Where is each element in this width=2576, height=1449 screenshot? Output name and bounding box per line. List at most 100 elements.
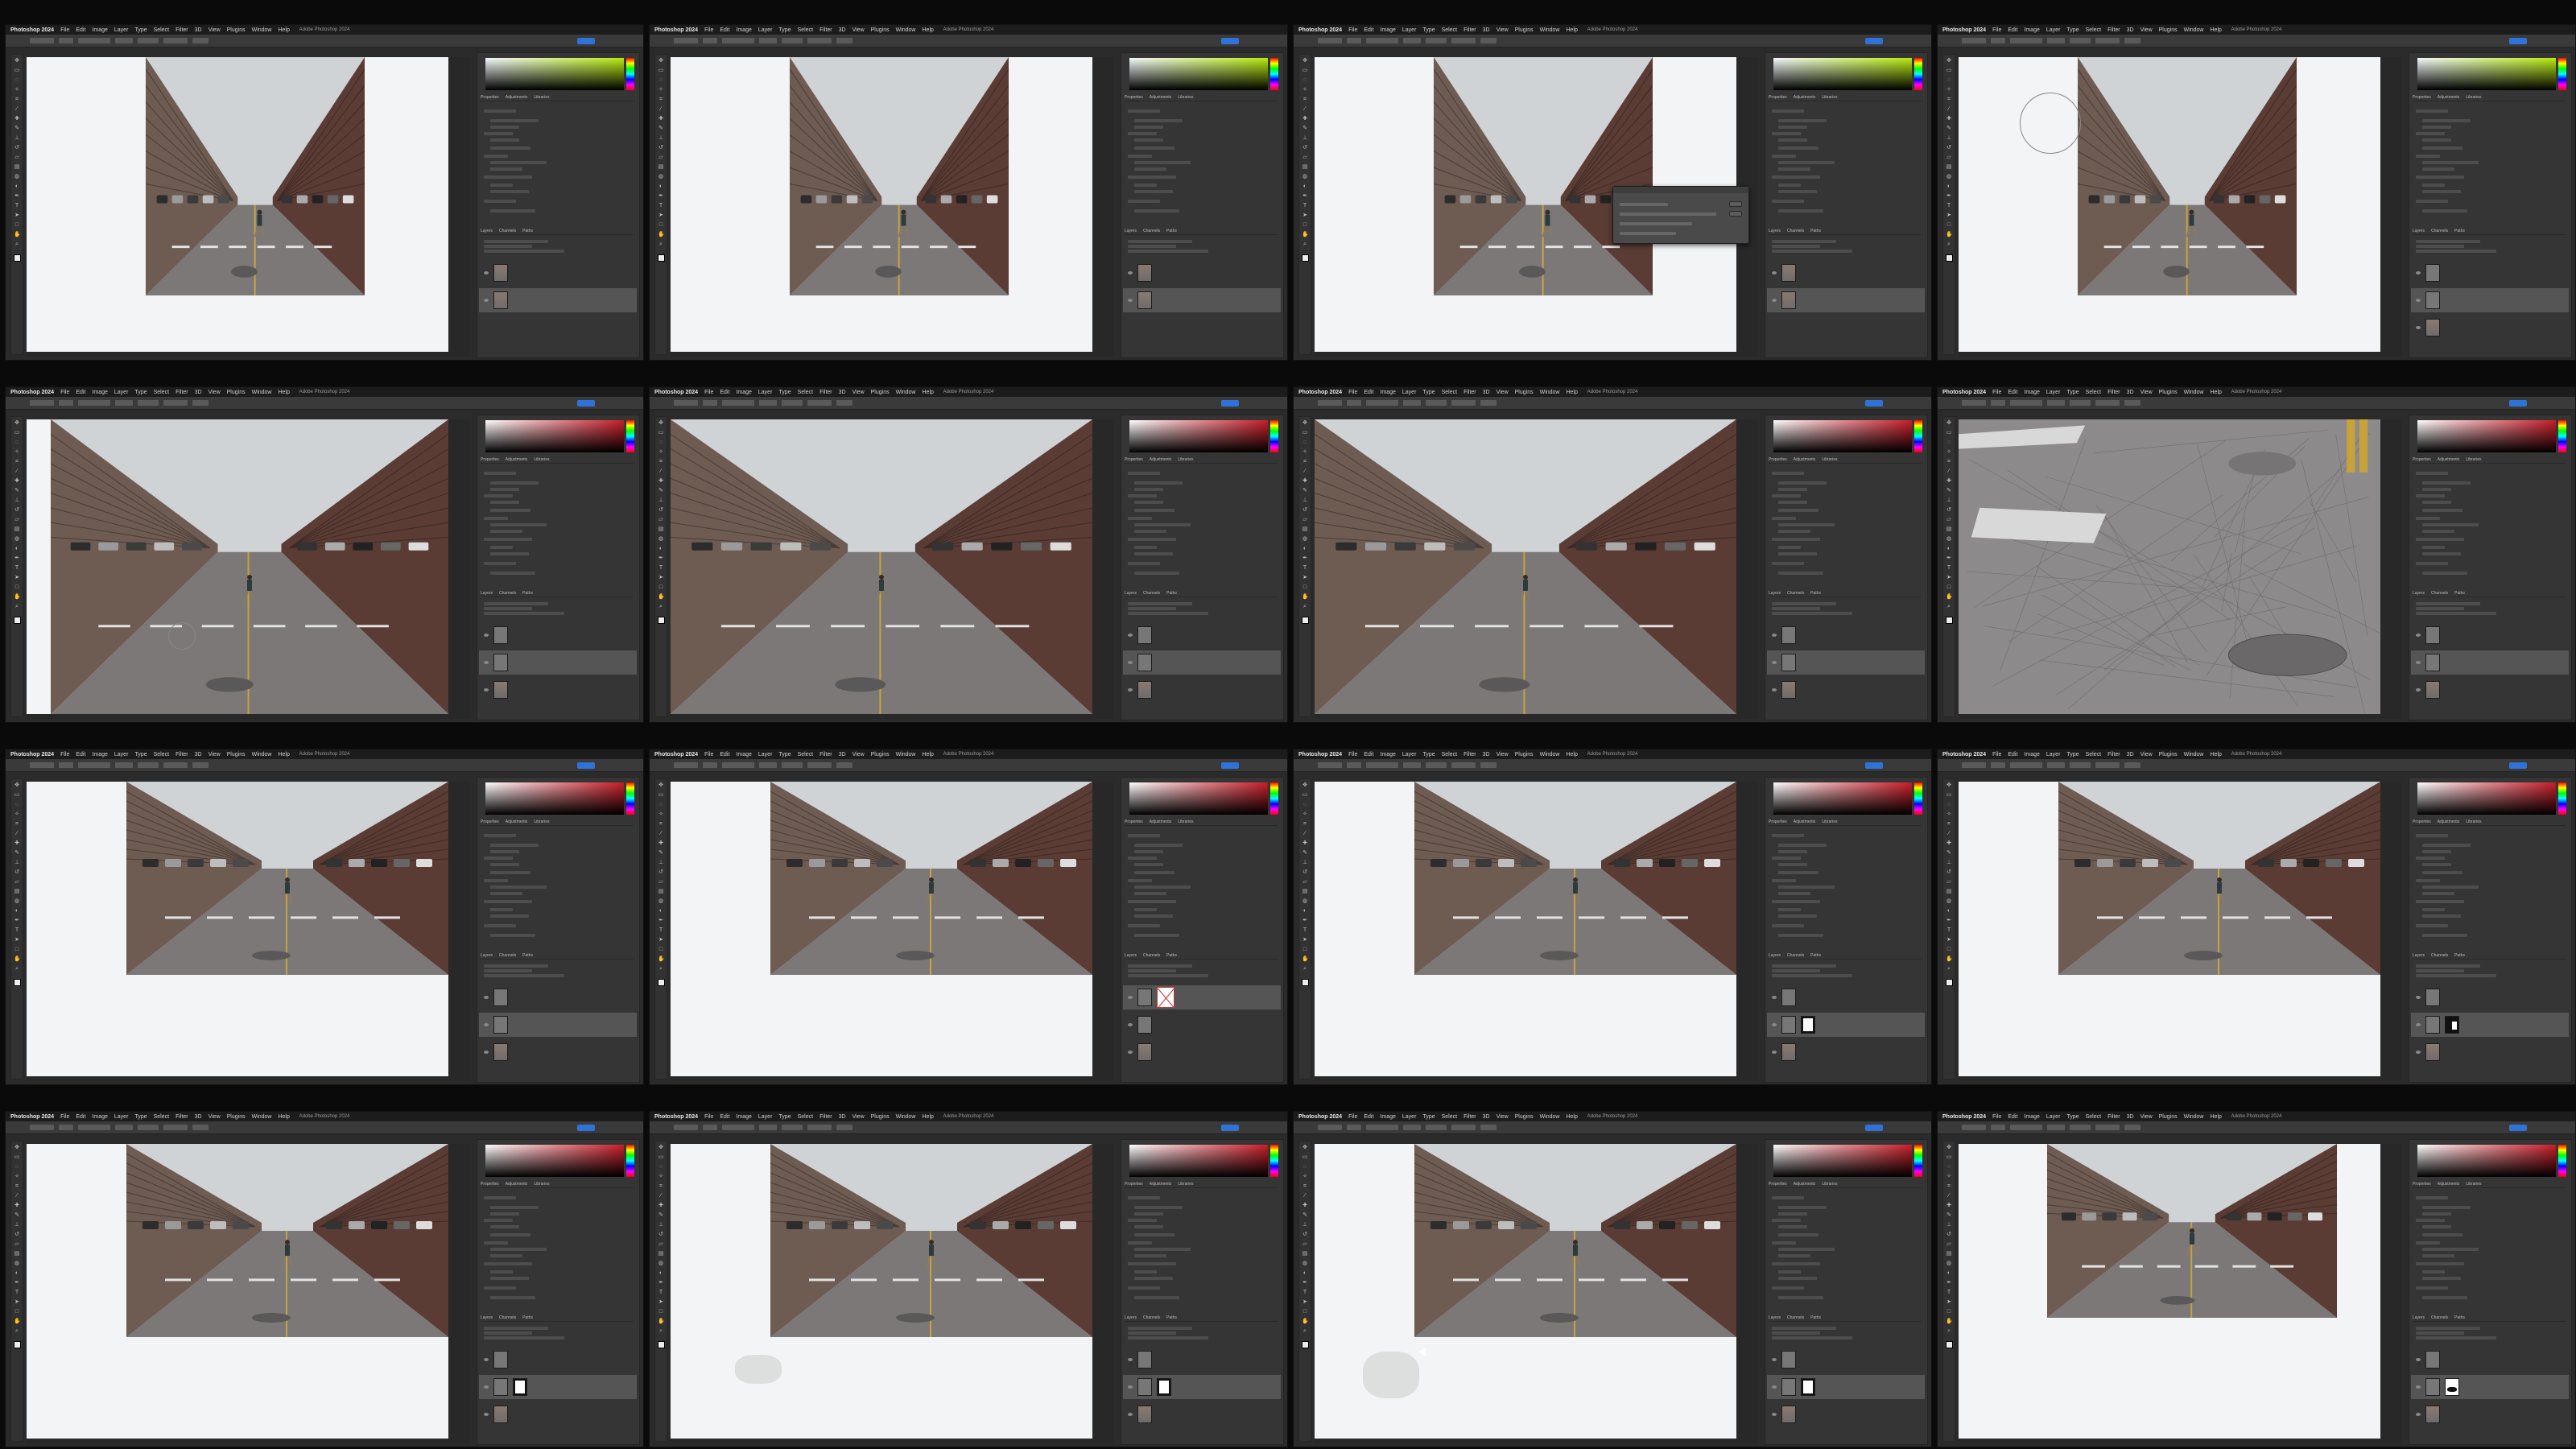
magic-wand-icon[interactable]: ✧ <box>14 811 20 818</box>
layer-option[interactable] <box>484 240 548 243</box>
pen-icon[interactable]: ✒ <box>658 918 664 924</box>
shape-icon[interactable]: □ <box>14 222 20 229</box>
property-control[interactable] <box>2422 184 2445 187</box>
type-icon[interactable]: T <box>14 203 20 209</box>
type-icon[interactable]: T <box>1302 1290 1308 1296</box>
property-control[interactable] <box>2422 523 2479 526</box>
marquee-icon[interactable]: ▭ <box>1302 430 1308 436</box>
crop-icon[interactable]: ⌗ <box>1946 1183 1952 1190</box>
property-control[interactable] <box>2416 1219 2445 1222</box>
property-control[interactable] <box>1778 850 1807 853</box>
option-control[interactable] <box>1318 400 1342 406</box>
layer-row[interactable] <box>1767 1402 1925 1426</box>
tab-adjustments[interactable]: Adjustments <box>1150 1182 1172 1187</box>
property-control[interactable] <box>2422 509 2462 512</box>
type-icon[interactable]: T <box>14 927 20 934</box>
zoom-icon[interactable]: ⌕ <box>1946 604 1952 610</box>
layer-row[interactable] <box>1123 1013 1281 1037</box>
menu-view[interactable]: View <box>1496 752 1509 758</box>
stamp-icon[interactable]: ⊥ <box>1302 860 1308 866</box>
tab-properties[interactable]: Properties <box>481 819 499 825</box>
path-select-icon[interactable]: ➤ <box>14 937 20 943</box>
menu-file[interactable]: File <box>704 752 713 758</box>
tab-adjustments[interactable]: Adjustments <box>2438 457 2460 463</box>
disabled-mask-icon[interactable] <box>1157 987 1174 1008</box>
tab-properties[interactable]: Properties <box>1769 1182 1787 1187</box>
menu-filter[interactable]: Filter <box>175 752 188 758</box>
option-control[interactable] <box>1991 400 2005 406</box>
property-control[interactable] <box>2416 155 2440 158</box>
dialog-field[interactable] <box>1620 222 1692 225</box>
color-picker-field[interactable] <box>1773 58 1912 90</box>
menu-help[interactable]: Help <box>923 1114 934 1120</box>
foreground-color-swatch[interactable] <box>1946 1341 1953 1348</box>
lasso-icon[interactable]: ◌ <box>658 802 664 808</box>
option-control[interactable] <box>192 1125 208 1130</box>
tab-layers[interactable]: Layers <box>481 1315 493 1321</box>
property-control[interactable] <box>1134 871 1174 874</box>
property-control[interactable] <box>1128 494 1157 497</box>
property-control[interactable] <box>1134 1206 1183 1209</box>
canvas[interactable] <box>671 782 1113 1081</box>
brush-icon[interactable]: ✎ <box>1302 850 1308 857</box>
magic-wand-icon[interactable]: ✧ <box>14 449 20 456</box>
path-select-icon[interactable]: ➤ <box>1946 1299 1952 1306</box>
property-control[interactable] <box>1128 1262 1176 1265</box>
property-control[interactable] <box>490 908 513 911</box>
property-control[interactable] <box>2422 1233 2462 1236</box>
menu-select[interactable]: Select <box>798 390 813 395</box>
menu-view[interactable]: View <box>2140 752 2153 758</box>
tab-properties[interactable]: Properties <box>2413 457 2431 463</box>
menu-3d[interactable]: 3D <box>839 27 846 33</box>
pen-icon[interactable]: ✒ <box>14 918 20 924</box>
property-control[interactable] <box>1778 1270 1801 1274</box>
option-control[interactable] <box>1451 400 1476 406</box>
shape-icon[interactable]: □ <box>1302 947 1308 953</box>
tab-paths[interactable]: Paths <box>2454 953 2465 959</box>
property-control[interactable] <box>1134 572 1179 575</box>
property-control[interactable] <box>2416 132 2445 135</box>
property-control[interactable] <box>490 190 529 193</box>
menu-view[interactable]: View <box>2140 1114 2153 1120</box>
pen-icon[interactable]: ✒ <box>14 193 20 200</box>
property-control[interactable] <box>1128 175 1176 179</box>
property-control[interactable] <box>490 147 530 150</box>
gradient-icon[interactable]: ▤ <box>1302 526 1308 533</box>
property-control[interactable] <box>2422 844 2471 847</box>
type-icon[interactable]: T <box>658 565 664 572</box>
property-control[interactable] <box>1128 834 1160 837</box>
magic-wand-icon[interactable]: ✧ <box>1302 449 1308 456</box>
tab-channels[interactable]: Channels <box>499 1315 516 1321</box>
option-control[interactable] <box>703 1125 717 1130</box>
menu-filter[interactable]: Filter <box>175 1114 188 1120</box>
option-control[interactable] <box>807 38 832 43</box>
magic-wand-icon[interactable]: ✧ <box>1302 87 1308 93</box>
menu-plugins[interactable]: Plugins <box>227 390 246 395</box>
hue-slider[interactable] <box>1270 1145 1278 1177</box>
blur-icon[interactable]: ◍ <box>1946 1261 1952 1267</box>
property-control[interactable] <box>1778 209 1823 213</box>
eraser-icon[interactable]: ▱ <box>1946 155 1952 161</box>
menu-filter[interactable]: Filter <box>1463 752 1476 758</box>
menu-image[interactable]: Image <box>92 752 107 758</box>
lasso-icon[interactable]: ◌ <box>1946 77 1952 84</box>
menu-filter[interactable]: Filter <box>1463 27 1476 33</box>
tab-libraries[interactable]: Libraries <box>2466 95 2481 101</box>
hand-icon[interactable]: ✋ <box>1302 1319 1308 1325</box>
menu-select[interactable]: Select <box>798 27 813 33</box>
menu-image[interactable]: Image <box>736 27 751 33</box>
brush-icon[interactable]: ✎ <box>14 126 20 132</box>
healing-icon[interactable]: ✚ <box>1302 840 1308 847</box>
layer-row[interactable] <box>479 678 637 702</box>
property-control[interactable] <box>484 538 532 541</box>
property-control[interactable] <box>1772 879 1796 882</box>
option-control[interactable] <box>2124 38 2140 43</box>
property-control[interactable] <box>1778 1206 1827 1209</box>
shape-icon[interactable]: □ <box>658 1309 664 1315</box>
healing-icon[interactable]: ✚ <box>14 478 20 485</box>
menu-plugins[interactable]: Plugins <box>871 752 890 758</box>
property-control[interactable] <box>484 1262 532 1265</box>
tab-layers[interactable]: Layers <box>1769 591 1781 597</box>
option-control[interactable] <box>836 38 852 43</box>
crop-icon[interactable]: ⌗ <box>658 97 664 103</box>
